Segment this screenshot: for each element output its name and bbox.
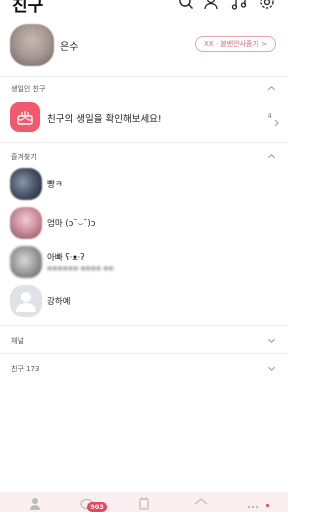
view-tab-icon[interactable] [137,496,151,510]
divider [0,353,288,354]
friend-name: 엄마 (ɔ˘⌣˘)ɔ [47,219,96,229]
section-label: 채널 [11,337,24,345]
unread-count-badge: 903 [87,502,107,512]
search-icon[interactable] [178,0,194,10]
friend-name: 아빠 ʕ·ᴥ·ʔ [47,253,85,263]
my-profile-row[interactable]: 은수 XX · 블밴안사줌기 > [0,24,288,68]
more-tab-icon[interactable] [246,496,260,510]
chevron-up-icon[interactable] [267,84,276,93]
favorite-friend-row[interactable]: 아빠 ʕ·ᴥ·ʔ ●●●●●● ●●●● ●● [0,244,288,280]
friend-status-message: ●●●●●● ●●●● ●● [47,265,114,272]
favorite-friend-row[interactable]: 빵ㅋ [0,166,288,202]
default-avatar[interactable] [10,285,42,317]
section-label: 생일인 친구 [11,85,46,93]
channel-section-header[interactable]: 채널 [0,334,288,348]
add-friend-icon[interactable] [204,0,220,10]
new-indicator-dot [266,504,269,507]
section-label: 친구 173 [11,365,40,373]
shopping-tab-icon[interactable] [194,496,208,510]
chevron-up-icon[interactable] [267,152,276,161]
my-profile-name: 은수 [60,42,79,53]
birthday-prompt-text: 친구의 생일을 확인해보세요! [47,114,162,125]
friend-avatar[interactable] [10,168,42,200]
friend-name: 강하예 [47,297,71,307]
favorite-friend-row[interactable]: 강하예 [0,283,288,319]
settings-gear-icon[interactable] [259,0,275,10]
my-avatar[interactable] [10,24,54,66]
birthday-section-header[interactable]: 생일인 친구 [0,82,288,96]
friend-avatar[interactable] [10,207,42,239]
section-label: 즐겨찾기 [11,153,37,161]
favorites-section-header[interactable]: 즐겨찾기 [0,150,288,164]
status-message-chip[interactable]: XX · 블밴안사줌기 > [195,36,276,52]
music-icon[interactable] [231,0,247,10]
divider [0,325,288,326]
chevron-down-icon[interactable] [267,336,276,345]
person-silhouette-icon [16,292,36,312]
chevron-down-icon[interactable] [267,364,276,373]
divider [0,142,288,143]
favorite-friend-row[interactable]: 엄마 (ɔ˘⌣˘)ɔ [0,205,288,241]
page-title: 친구 [12,0,44,16]
friends-tab-icon[interactable] [28,496,42,510]
top-bar: 친구 [0,0,288,16]
divider [0,76,288,77]
friends-section-header[interactable]: 친구 173 [0,362,288,376]
friend-avatar[interactable] [10,246,42,278]
birthday-friends-row[interactable]: 친구의 생일을 확인해보세요! 4 [0,100,288,134]
bottom-navigation [0,492,288,512]
cake-icon [10,102,40,132]
friend-name: 빵ㅋ [47,180,63,190]
chevron-right-icon [274,112,280,127]
birthday-count: 4 [267,112,272,120]
